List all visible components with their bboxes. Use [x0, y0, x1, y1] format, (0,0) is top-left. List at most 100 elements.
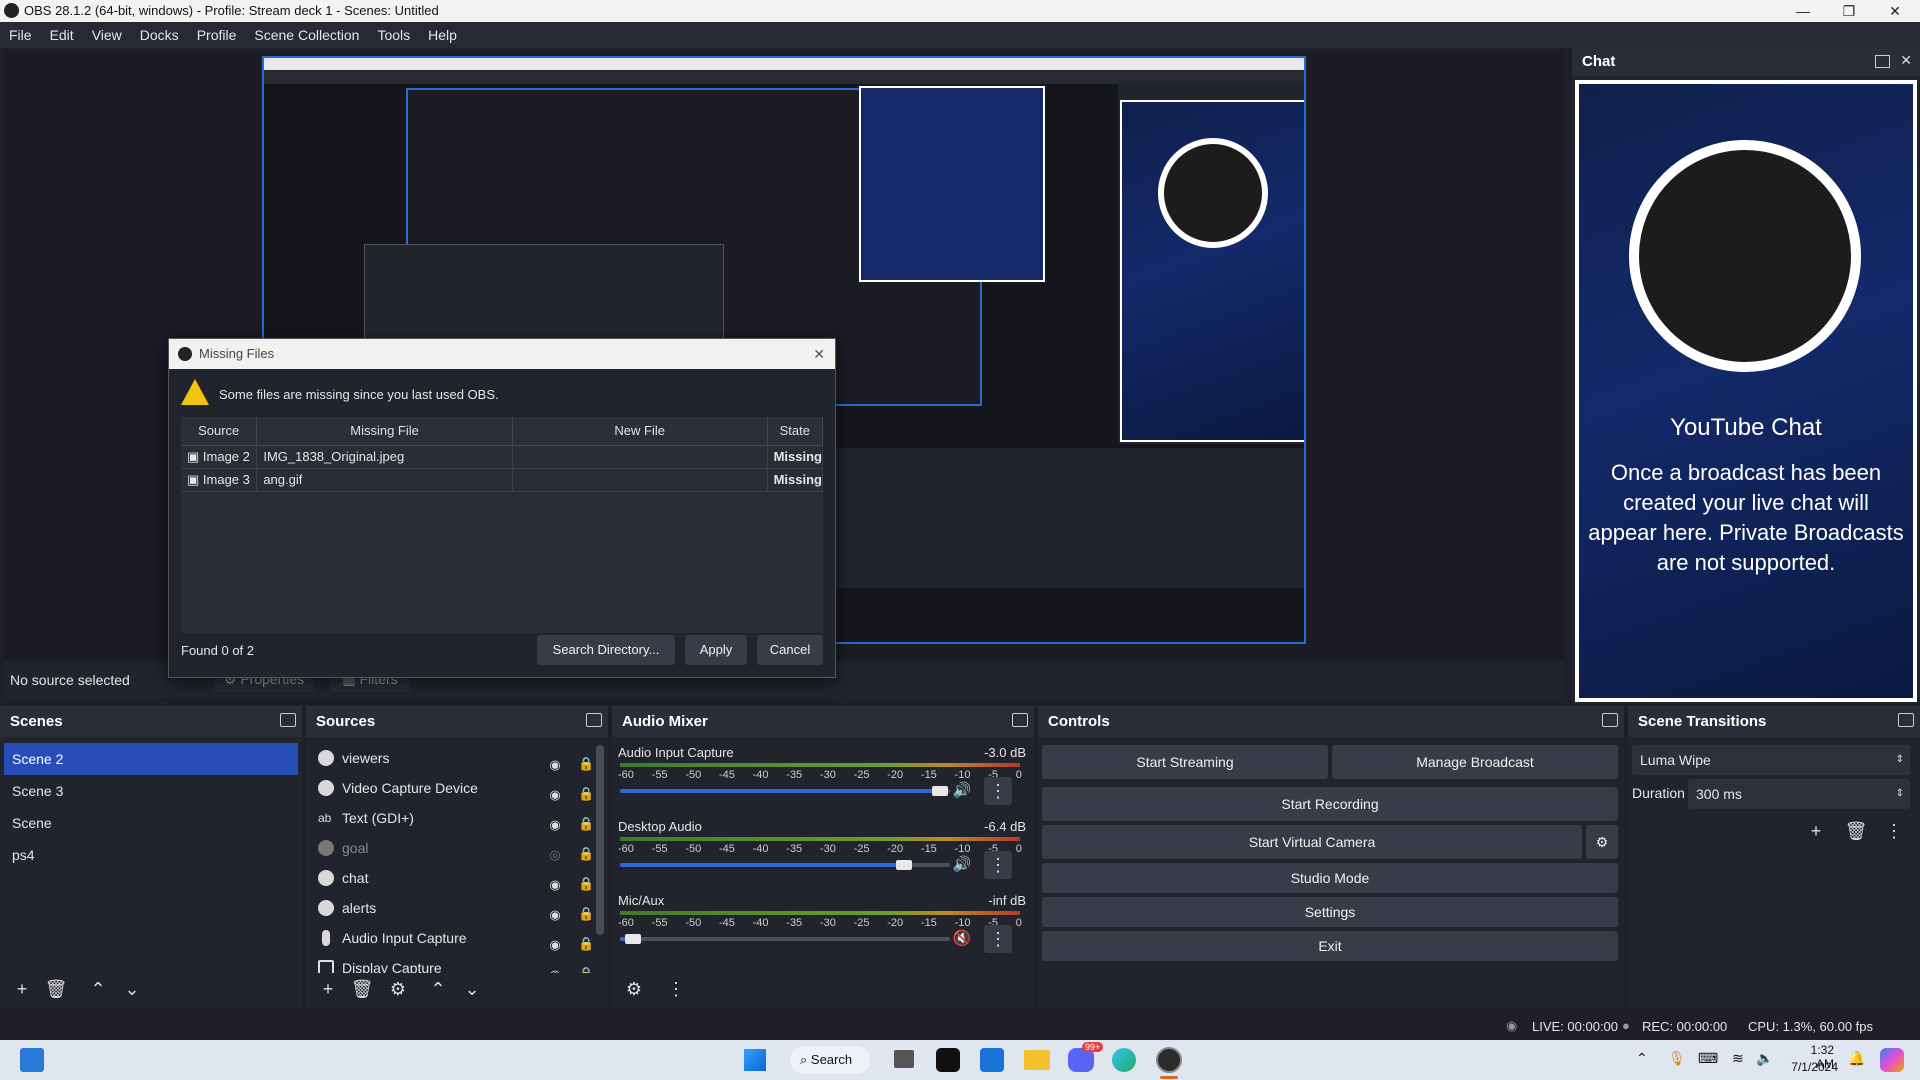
menu-profile[interactable]: Profile	[188, 22, 246, 48]
tiktok-icon[interactable]	[936, 1048, 960, 1072]
obs-taskbar-icon[interactable]	[1156, 1047, 1182, 1073]
source-item[interactable]: chat ◉ 🔒	[306, 863, 608, 893]
keyboard-icon[interactable]: ⌨	[1698, 1050, 1718, 1067]
eye-icon[interactable]: ◉	[546, 870, 564, 892]
move-up-icon[interactable]: ⌃	[424, 975, 452, 1003]
file-explorer-icon[interactable]	[1024, 1050, 1050, 1070]
eye-icon[interactable]: ◉	[546, 930, 564, 952]
lock-icon[interactable]: 🔒	[578, 749, 594, 771]
minimize-icon[interactable]: —	[1780, 0, 1826, 22]
col-state[interactable]: State	[767, 417, 824, 446]
remove-source-icon[interactable]: 🗑	[348, 975, 376, 1003]
undock-icon[interactable]	[1898, 713, 1914, 727]
undock-icon[interactable]	[1012, 713, 1028, 727]
col-new-file[interactable]: New File	[512, 417, 768, 446]
menu-edit[interactable]: Edit	[41, 22, 83, 48]
start-virtual-camera-button[interactable]: Start Virtual Camera	[1042, 825, 1582, 859]
move-down-icon[interactable]: ⌄	[458, 975, 486, 1003]
menu-tools[interactable]: Tools	[368, 22, 419, 48]
eye-icon[interactable]: ◉	[546, 810, 564, 832]
row-new-file[interactable]	[512, 445, 768, 469]
source-item[interactable]: Video Capture Device ◉ 🔒	[306, 773, 608, 803]
mixer-settings-icon[interactable]: ⚙	[620, 975, 648, 1003]
bell-icon[interactable]: 🔔	[1848, 1050, 1865, 1067]
transition-menu-icon[interactable]: ⋮	[1880, 817, 1908, 845]
menu-help[interactable]: Help	[419, 22, 466, 48]
maximize-icon[interactable]: ❐	[1826, 0, 1872, 22]
eye-icon[interactable]: ◉	[546, 780, 564, 802]
undock-icon[interactable]	[1875, 55, 1890, 68]
volume-slider-handle[interactable]	[932, 786, 948, 796]
clock-date[interactable]: 7/1/2024	[1780, 1060, 1838, 1074]
source-properties-icon[interactable]: ⚙	[384, 975, 412, 1003]
menu-docks[interactable]: Docks	[131, 22, 188, 48]
eye-icon[interactable]: ◉	[546, 960, 564, 973]
menu-scene-collection[interactable]: Scene Collection	[245, 22, 368, 48]
col-missing-file[interactable]: Missing File	[256, 417, 513, 446]
close-icon[interactable]: ✕	[1872, 0, 1918, 22]
dialog-close-icon[interactable]: ✕	[813, 339, 825, 369]
volume-slider[interactable]	[620, 937, 950, 941]
taskbar-search[interactable]: ⌕ Search	[790, 1046, 870, 1074]
apply-button[interactable]: Apply	[685, 635, 747, 665]
table-row[interactable]: ▣ Image 3 ang.gif Missing	[181, 468, 824, 492]
volume-icon[interactable]: 🔈	[1756, 1050, 1773, 1067]
muted-speaker-icon[interactable]: 🔇	[948, 925, 976, 953]
lock-icon[interactable]: 🔒	[578, 809, 594, 831]
speaker-icon[interactable]: 🔊	[948, 851, 976, 879]
edge-icon[interactable]	[1112, 1048, 1136, 1072]
copilot-icon[interactable]	[1880, 1048, 1904, 1072]
move-down-icon[interactable]: ⌄	[118, 975, 146, 1003]
task-view-icon[interactable]	[894, 1050, 914, 1068]
menu-view[interactable]: View	[83, 22, 131, 48]
store-icon[interactable]	[980, 1048, 1004, 1072]
eye-icon[interactable]: ◉	[546, 750, 564, 772]
channel-menu-icon[interactable]: ⋮	[984, 777, 1012, 805]
dock-close-icon[interactable]: ✕	[1900, 52, 1912, 69]
remove-scene-icon[interactable]: 🗑	[42, 975, 70, 1003]
channel-menu-icon[interactable]: ⋮	[984, 851, 1012, 879]
widgets-icon[interactable]	[20, 1048, 44, 1072]
search-directory-button[interactable]: Search Directory...	[537, 635, 675, 665]
virtual-camera-settings-icon[interactable]: ⚙	[1586, 825, 1618, 859]
scene-item[interactable]: Scene 2	[4, 743, 298, 775]
settings-button[interactable]: Settings	[1042, 897, 1618, 927]
exit-button[interactable]: Exit	[1042, 931, 1618, 961]
tray-chevron-icon[interactable]: ⌃	[1636, 1050, 1648, 1067]
undock-icon[interactable]	[280, 713, 296, 727]
start-streaming-button[interactable]: Start Streaming	[1042, 745, 1328, 779]
manage-broadcast-button[interactable]: Manage Broadcast	[1332, 745, 1618, 779]
transition-select[interactable]: Luma Wipe ⇕	[1632, 745, 1910, 775]
wifi-icon[interactable]: ≋	[1732, 1050, 1744, 1067]
lock-icon[interactable]: 🔒	[578, 959, 594, 973]
lock-icon[interactable]: 🔒	[578, 839, 594, 861]
source-item[interactable]: goal ◎ 🔒	[306, 833, 608, 863]
mixer-menu-icon[interactable]: ⋮	[662, 975, 690, 1003]
source-item[interactable]: Audio Input Capture ◉ 🔒	[306, 923, 608, 953]
add-transition-icon[interactable]: +	[1802, 817, 1830, 845]
start-recording-button[interactable]: Start Recording	[1042, 787, 1618, 821]
scene-item[interactable]: ps4	[4, 839, 298, 871]
channel-menu-icon[interactable]: ⋮	[984, 925, 1012, 953]
source-item[interactable]: viewers ◉ 🔒	[306, 743, 608, 773]
lock-icon[interactable]: 🔒	[578, 899, 594, 921]
undock-icon[interactable]	[1602, 713, 1618, 727]
spin-arrows-icon[interactable]: ⇕	[1896, 779, 1904, 809]
lock-icon[interactable]: 🔒	[578, 869, 594, 891]
cancel-button[interactable]: Cancel	[757, 635, 823, 665]
col-source[interactable]: Source	[181, 417, 258, 446]
volume-slider-handle[interactable]	[896, 860, 912, 870]
studio-mode-button[interactable]: Studio Mode	[1042, 863, 1618, 893]
menu-file[interactable]: File	[0, 22, 41, 48]
add-source-icon[interactable]: +	[314, 975, 342, 1003]
lock-icon[interactable]: 🔒	[578, 929, 594, 951]
row-new-file[interactable]	[512, 468, 768, 492]
mic-tray-icon[interactable]: 🎙	[1668, 1050, 1686, 1067]
speaker-icon[interactable]: 🔊	[948, 777, 976, 805]
source-item[interactable]: Display Capture ◉ 🔒	[306, 953, 608, 973]
remove-transition-icon[interactable]: 🗑	[1842, 817, 1870, 845]
lock-icon[interactable]: 🔒	[578, 779, 594, 801]
source-item[interactable]: alerts ◉ 🔒	[306, 893, 608, 923]
add-scene-icon[interactable]: +	[8, 975, 36, 1003]
start-icon[interactable]	[744, 1049, 766, 1071]
